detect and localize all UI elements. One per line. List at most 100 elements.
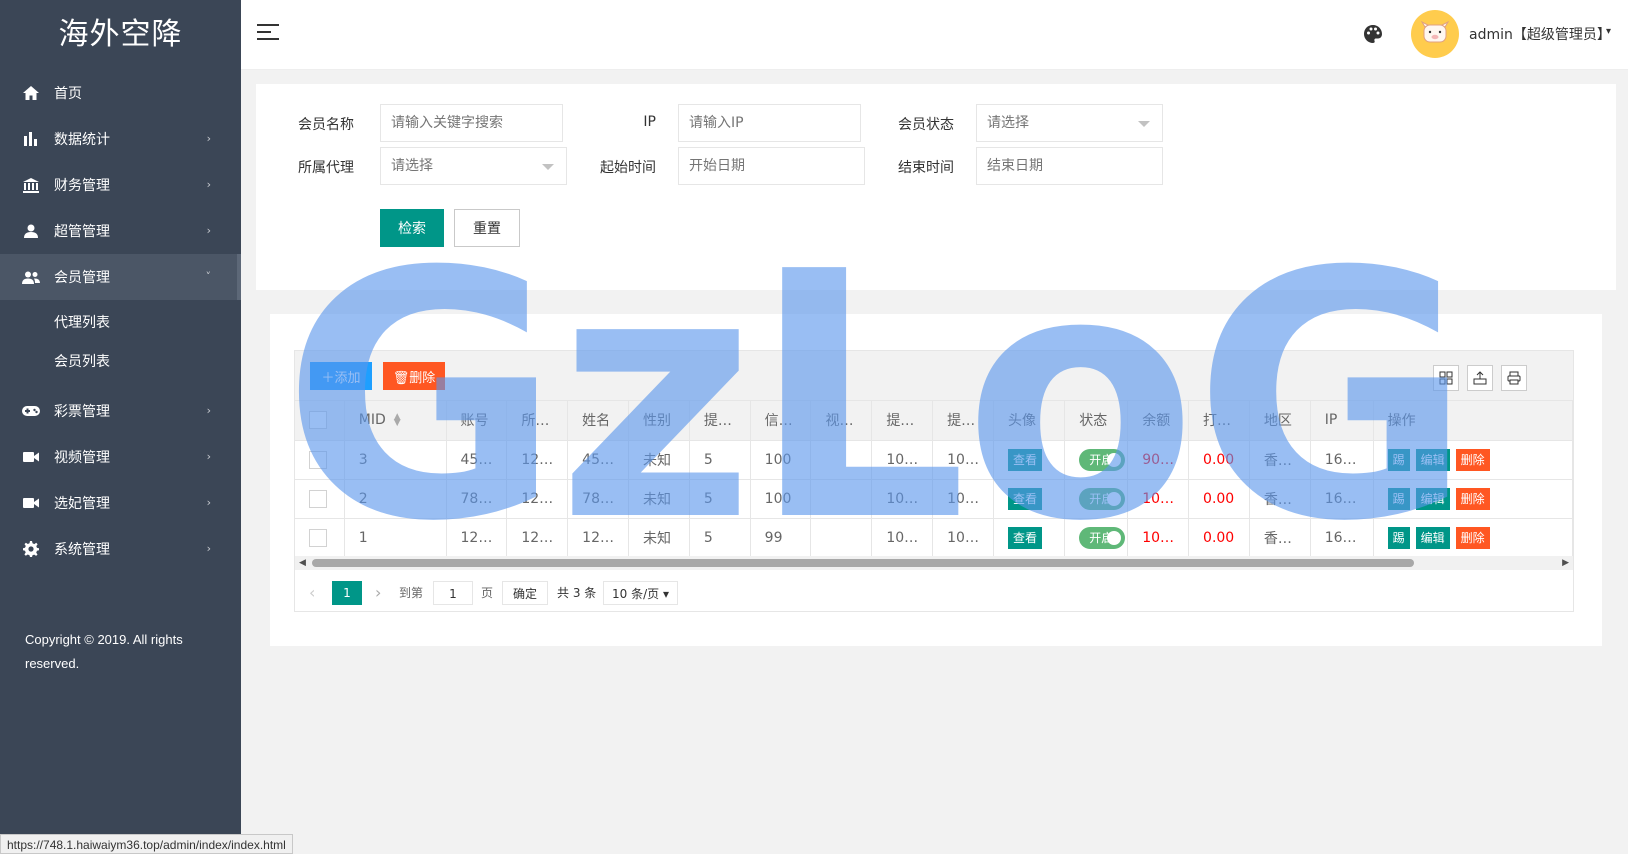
cell-ip: 16… xyxy=(1310,518,1374,558)
cell: 10… xyxy=(871,518,934,558)
menu-toggle-icon[interactable] xyxy=(257,24,279,44)
status-toggle[interactable]: 开启 xyxy=(1079,448,1126,471)
edit-button[interactable]: 编辑 xyxy=(1415,448,1450,471)
reset-button[interactable]: 重置 xyxy=(454,209,520,247)
sort-icon[interactable]: ▲ ▼ xyxy=(394,413,401,428)
label-member-status: 会员状态 xyxy=(898,117,954,133)
sidebar-item-video[interactable]: 视频管理 › xyxy=(0,434,241,480)
delete-button[interactable]: 删除 xyxy=(1455,448,1490,471)
page-size-select[interactable]: 10 条/页 ▾ xyxy=(603,581,678,605)
cell: 10… xyxy=(932,518,994,558)
cell-avatar: 查看 xyxy=(993,518,1066,558)
scroll-right-arrow-icon[interactable]: ▶ xyxy=(1562,556,1569,570)
cell-ip: 16… xyxy=(1310,440,1374,480)
palette-icon[interactable] xyxy=(1363,24,1383,44)
sidebar-item-label: 超管管理 xyxy=(54,224,110,240)
cell-balance: 10… xyxy=(1127,479,1190,519)
row-checkbox[interactable] xyxy=(309,450,327,469)
col-header: 提… xyxy=(932,401,994,441)
trash-icon: 🗑 xyxy=(392,369,410,385)
sidebar-item-consort[interactable]: 选妃管理 › xyxy=(0,480,241,526)
prev-page-icon[interactable]: ‹ xyxy=(309,581,315,605)
search-button[interactable]: 检索 xyxy=(380,209,444,247)
view-avatar-button[interactable]: 查看 xyxy=(1007,526,1042,549)
cell: 10… xyxy=(932,479,994,519)
table-toolbar: ＋添加 🗑删除 xyxy=(295,351,1573,401)
columns-icon[interactable] xyxy=(1433,365,1459,391)
chevron-right-icon: › xyxy=(206,224,211,237)
cell-credit: 100 xyxy=(750,440,812,480)
cell-region: 香… xyxy=(1249,518,1311,558)
ip-input[interactable]: 请输入IP xyxy=(678,104,861,142)
status-toggle[interactable]: 开启 xyxy=(1079,487,1126,510)
cell: 0.00 xyxy=(1188,518,1250,558)
col-header-mid[interactable]: MID ▲ ▼ xyxy=(344,401,447,441)
scrollbar-thumb[interactable] xyxy=(312,559,1414,567)
delete-button[interactable]: 删除 xyxy=(1455,487,1490,510)
agent-select[interactable]: 请选择 xyxy=(380,147,567,185)
sidebar-item-stats[interactable]: 数据统计 › xyxy=(0,116,241,162)
cell: 0.00 xyxy=(1188,479,1250,519)
gamepad-icon xyxy=(22,402,40,420)
delete-button[interactable]: 删除 xyxy=(1455,526,1490,549)
edit-button[interactable]: 编辑 xyxy=(1415,526,1450,549)
sidebar-item-members[interactable]: 会员管理 ˅ xyxy=(0,254,241,300)
page-jump-input[interactable]: 1 xyxy=(433,581,473,605)
row-checkbox[interactable] xyxy=(309,528,327,547)
sidebar-item-finance[interactable]: 财务管理 › xyxy=(0,162,241,208)
label-member-name: 会员名称 xyxy=(298,117,354,133)
sidebar-item-label: 选妃管理 xyxy=(54,496,110,512)
view-avatar-button[interactable]: 查看 xyxy=(1007,448,1042,471)
cell: 10… xyxy=(932,440,994,480)
col-header: 姓名 xyxy=(567,401,629,441)
kick-button[interactable]: 踢 xyxy=(1387,487,1410,510)
chevron-down-icon: ˅ xyxy=(205,270,212,283)
cell-agent: 12… xyxy=(506,518,569,558)
next-page-icon[interactable]: › xyxy=(375,581,381,605)
export-icon[interactable] xyxy=(1467,365,1493,391)
chevron-right-icon: › xyxy=(206,132,211,145)
kick-button[interactable]: 踢 xyxy=(1387,448,1410,471)
page-confirm-button[interactable]: 确定 xyxy=(502,581,549,605)
print-icon[interactable] xyxy=(1501,365,1527,391)
start-date-input[interactable]: 开始日期 xyxy=(678,147,865,185)
cell-mid: 2 xyxy=(344,479,447,519)
kick-button[interactable]: 踢 xyxy=(1387,526,1410,549)
avatar[interactable] xyxy=(1411,10,1459,58)
caret-down-icon[interactable]: ▾ xyxy=(1606,26,1611,37)
horizontal-scrollbar[interactable]: ◀ ▶ xyxy=(295,556,1573,570)
sidebar-item-system[interactable]: 系统管理 › xyxy=(0,526,241,572)
select-all-checkbox[interactable] xyxy=(309,411,327,430)
col-header: IP xyxy=(1310,401,1374,441)
status-toggle[interactable]: 开启 xyxy=(1079,526,1126,549)
table-row: 1 12… 12… 12… 未知 5 99 10… 10… 查看 开启 10… … xyxy=(295,518,1574,558)
col-header: 头像 xyxy=(993,401,1066,441)
member-status-select[interactable]: 请选择 xyxy=(976,104,1163,142)
col-header: 性别 xyxy=(628,401,690,441)
label-agent: 所属代理 xyxy=(298,160,354,176)
scroll-left-arrow-icon[interactable]: ◀ xyxy=(299,556,306,570)
view-avatar-button[interactable]: 查看 xyxy=(1007,487,1042,510)
add-button[interactable]: ＋添加 xyxy=(310,362,372,390)
cell-status: 开启 xyxy=(1064,479,1129,519)
table-header-row: MID ▲ ▼ 账号 所… 姓名 性别 提… 信… 视… 提… 提… 头像 状态 余… xyxy=(295,401,1574,441)
page-current[interactable]: 1 xyxy=(332,581,362,605)
gear-icon xyxy=(22,540,40,558)
label-end-time: 结束时间 xyxy=(898,160,954,176)
user-name-menu[interactable]: admin【超级管理员】 xyxy=(1469,24,1611,44)
row-checkbox[interactable] xyxy=(309,489,327,508)
video-icon xyxy=(22,448,40,466)
sidebar-item-super-admin[interactable]: 超管管理 › xyxy=(0,208,241,254)
cell: 5 xyxy=(689,440,751,480)
member-name-input[interactable]: 请输入关键字搜索 xyxy=(380,104,563,142)
sidebar-subitem-member-list[interactable]: 会员列表 xyxy=(0,343,241,382)
sidebar-subitem-agent-list[interactable]: 代理列表 xyxy=(0,304,241,343)
col-header: 地区 xyxy=(1249,401,1311,441)
cell-mid: 3 xyxy=(344,440,447,480)
cell: 5 xyxy=(689,518,751,558)
end-date-input[interactable]: 结束日期 xyxy=(976,147,1163,185)
sidebar-item-lottery[interactable]: 彩票管理 › xyxy=(0,388,241,434)
edit-button[interactable]: 编辑 xyxy=(1415,487,1450,510)
batch-delete-button[interactable]: 🗑删除 xyxy=(383,362,445,390)
sidebar-item-home[interactable]: 首页 xyxy=(0,70,241,116)
